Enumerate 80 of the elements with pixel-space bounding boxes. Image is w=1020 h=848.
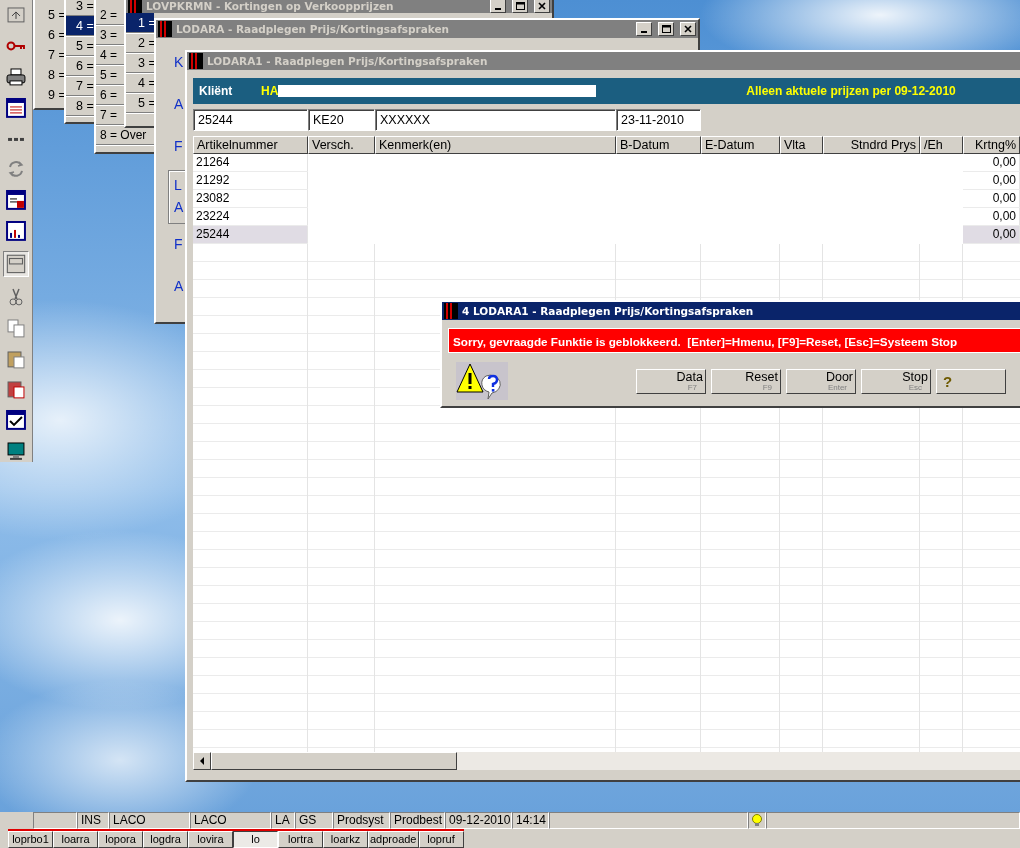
window-list-icon[interactable] [5, 96, 27, 119]
taskbar-tab[interactable]: lo [233, 831, 278, 848]
status-field: LACO [109, 812, 190, 829]
field-label: A [174, 95, 185, 114]
window-icon[interactable] [3, 251, 29, 277]
client-label: Kliënt [199, 84, 234, 98]
window-title: LODARA1 - Raadplegen Prijs/Kortingsafspraken [207, 55, 489, 67]
column-header[interactable]: Kenmerk(en) [375, 136, 616, 154]
field-label: F [174, 235, 184, 254]
app-icon [128, 0, 142, 14]
taskbar-tab[interactable]: lopora [98, 831, 143, 848]
menu-item[interactable]: 4 = [66, 16, 94, 36]
close-button[interactable] [680, 22, 696, 36]
close-button[interactable] [534, 0, 550, 13]
form-lock-icon[interactable] [5, 189, 27, 212]
window-title: 4 LODARA1 - Raadplegen Prijs/Kortingsafspraken [462, 305, 755, 317]
bar-chart-icon[interactable] [5, 220, 27, 242]
column-header[interactable]: Krtng% [963, 136, 1020, 154]
input-field[interactable]: XXXXXX [375, 109, 616, 131]
field-label: K [174, 53, 185, 72]
column-header[interactable]: Vlta [780, 136, 823, 154]
column-header[interactable]: Stndrd Prys [823, 136, 920, 154]
window-title: LODARA - Raadplegen Prijs/Kortingsafspraken [176, 23, 451, 35]
status-field: GS [295, 812, 333, 829]
close-icon[interactable] [684, 25, 692, 33]
field-label: A [174, 277, 185, 296]
client-name: HA [261, 84, 279, 98]
table-cell: 25244 [193, 226, 308, 243]
minimize-button[interactable] [490, 0, 506, 13]
input-field[interactable]: 23-11-2010 [616, 109, 701, 131]
horizontal-scrollbar[interactable] [193, 752, 1020, 770]
close-icon[interactable] [538, 2, 546, 10]
price-date-note: Alleen aktuele prijzen per 09-12-2010 [746, 84, 956, 98]
left-arrow-icon[interactable] [199, 757, 205, 765]
status-field: Prodbest [390, 812, 445, 829]
field-label: L [174, 176, 183, 195]
input-field[interactable]: 25244 [193, 109, 308, 131]
error-message: Sorry, gevraagde Funktie is geblokkeerd. [Enter]=Hmenu, [F9]=Reset, [Esc]=Systeem Stop [448, 328, 1020, 353]
window-title: LOVPKRMN - Kortingen op Verkoopprijzen [146, 0, 395, 12]
table-cell: 0,00 [963, 226, 1020, 243]
status-field [33, 812, 77, 829]
command-button[interactable]: Data F7 [636, 368, 706, 394]
app-icon [444, 303, 458, 319]
taskbar-tab[interactable]: loarkz [323, 831, 368, 848]
status-field: LA [271, 812, 295, 829]
taskbar-tab[interactable]: lortra [278, 831, 323, 848]
field-label: F [174, 137, 184, 156]
taskbar-tab[interactable]: lovira [188, 831, 233, 848]
form-check-icon[interactable] [5, 409, 27, 432]
app-icon [158, 21, 172, 37]
status-field: Prodsyst [333, 812, 390, 829]
input-field[interactable]: KE20 [308, 109, 375, 131]
scrollbar-thumb[interactable] [211, 752, 457, 770]
help-button[interactable]: ? [936, 368, 1006, 394]
printer-icon[interactable] [5, 65, 27, 88]
taskbar-tab[interactable]: loarra [53, 831, 98, 848]
status-field: LACO [190, 812, 271, 829]
command-button[interactable]: Reset F9 [711, 368, 781, 394]
status-field: INS [77, 812, 109, 829]
light-bulb-icon [752, 814, 762, 827]
paste-icon[interactable] [5, 378, 27, 401]
minimize-button[interactable] [636, 22, 652, 36]
status-field: 09-12-2010 [445, 812, 512, 829]
monitor-icon[interactable] [5, 440, 27, 463]
taskbar-tab[interactable]: loprbo1 [8, 831, 53, 848]
taskbar-tab[interactable]: lopruf [418, 831, 464, 848]
command-button[interactable]: Stop Esc [861, 368, 931, 394]
column-header[interactable]: E-Datum [701, 136, 780, 154]
column-header[interactable]: B-Datum [616, 136, 701, 154]
warning-help-icon [456, 362, 508, 400]
field-label: A [174, 198, 185, 217]
taskbar-tab[interactable]: logdra [143, 831, 188, 848]
status-field: 14:14 [512, 812, 549, 829]
command-button[interactable]: Door Enter [786, 368, 856, 394]
column-header[interactable]: Artikelnummer [193, 136, 308, 154]
taskbar-tab[interactable]: adproade [368, 831, 419, 848]
column-header[interactable]: Versch. [308, 136, 375, 154]
app-icon [189, 53, 203, 69]
folder-up-icon[interactable] [5, 4, 27, 26]
column-header[interactable]: /Eh [920, 136, 963, 154]
